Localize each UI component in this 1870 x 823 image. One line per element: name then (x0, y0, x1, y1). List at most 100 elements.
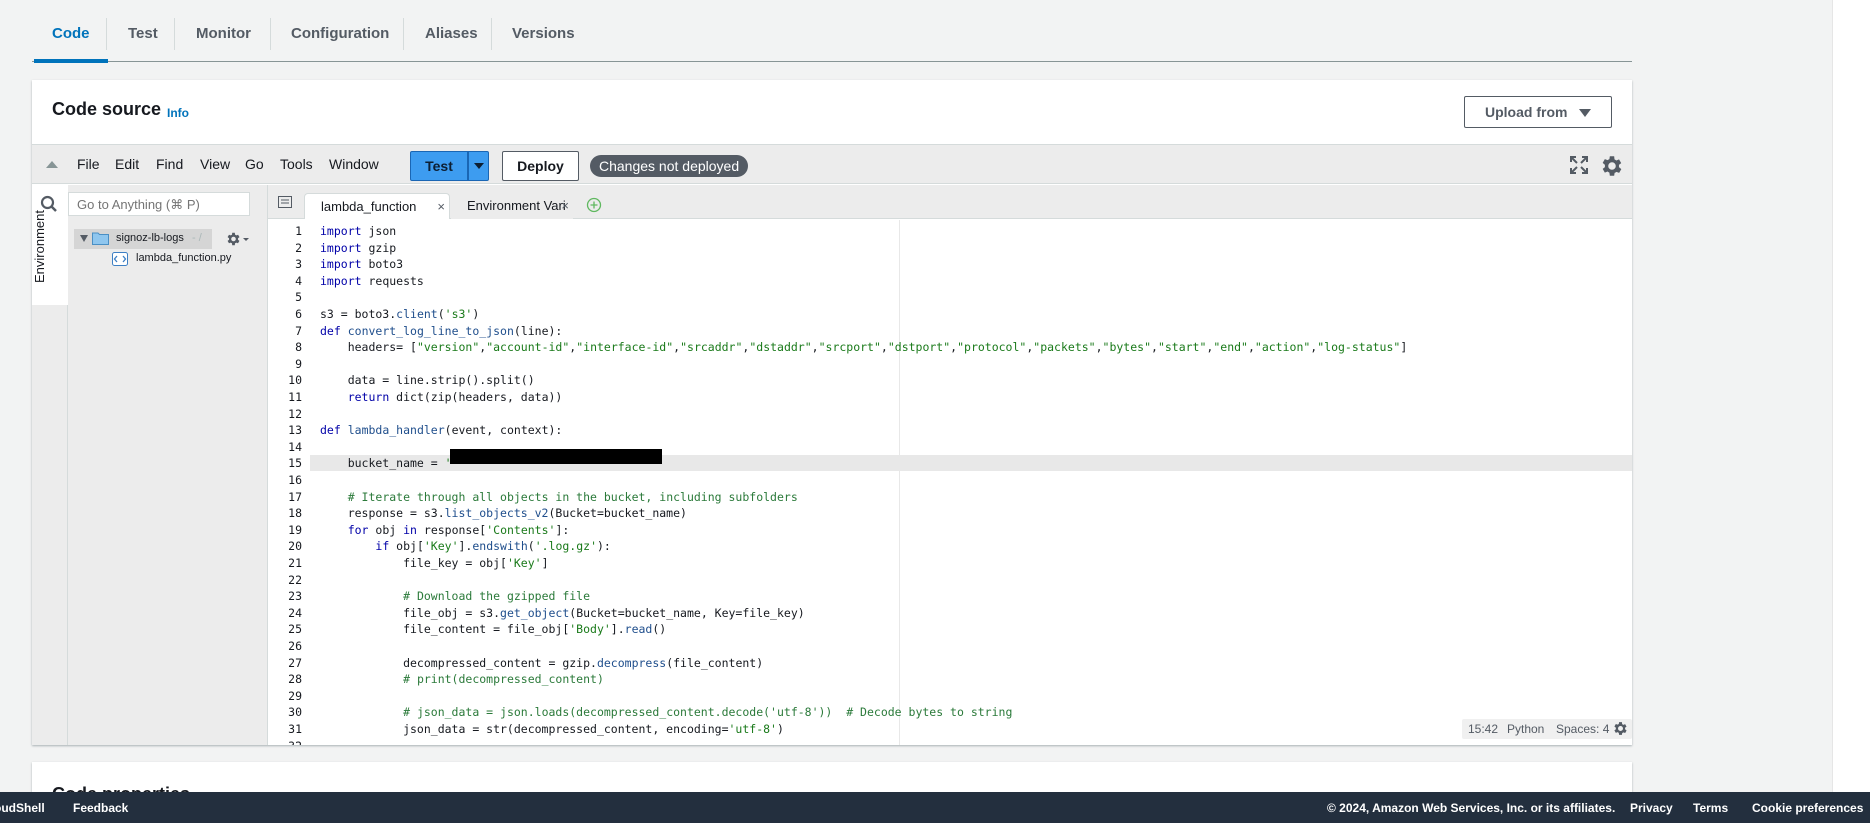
line-number: 26 (288, 639, 302, 653)
line-number: 27 (288, 655, 302, 670)
code-line[interactable]: file_content = file_obj['Body'].read() (320, 621, 666, 637)
code-line[interactable]: if obj['Key'].endswith('.log.gz'): (320, 538, 610, 554)
tab-divider (491, 18, 492, 50)
language-mode[interactable]: Python (1507, 722, 1544, 736)
tab-code[interactable]: Code (34, 0, 107, 63)
line-number: 24 (288, 605, 302, 620)
gear-icon[interactable] (1599, 153, 1625, 179)
upload-from-label: Upload from (1485, 104, 1568, 120)
code-line[interactable]: bucket_name = ' (320, 455, 452, 471)
code-line[interactable]: import gzip (320, 240, 396, 256)
line-number: 29 (288, 688, 302, 703)
upload-from-button[interactable]: Upload from (1464, 96, 1612, 128)
line-number: 25 (288, 622, 302, 637)
menu-window[interactable]: Window (329, 156, 379, 172)
menu-find[interactable]: Find (156, 156, 183, 172)
code-line[interactable]: import requests (320, 273, 424, 289)
line-number: 4 (295, 273, 302, 288)
menu-edit[interactable]: Edit (115, 156, 139, 172)
expand-arrow-icon[interactable] (80, 235, 88, 242)
code-line[interactable]: # json_data = json.loads(decompressed_co… (320, 704, 1012, 720)
tab-versions[interactable]: Versions (512, 0, 575, 62)
caret-down-icon (1579, 109, 1591, 117)
collapse-up-icon[interactable] (46, 161, 58, 168)
code-line[interactable]: response = s3.list_objects_v2(Bucket=buc… (320, 505, 687, 521)
environment-rail: Environment (32, 185, 68, 745)
code-line[interactable]: decompressed_content = gzip.decompress(f… (320, 655, 763, 671)
line-number: 31 (288, 722, 302, 736)
code-line[interactable]: def lambda_handler(event, context): (320, 422, 562, 438)
feedback-link[interactable]: Feedback (73, 801, 128, 815)
code-line[interactable]: headers= ["version","account-id","interf… (320, 339, 1408, 355)
terms-link[interactable]: Terms (1693, 801, 1728, 815)
tab-test[interactable]: Test (128, 0, 158, 62)
fullscreen-icon[interactable] (1569, 155, 1589, 175)
folder-path-suffix: - / (192, 232, 202, 244)
line-number: 23 (288, 589, 302, 604)
menu-go[interactable]: Go (245, 156, 264, 172)
line-number: 32 (268, 738, 310, 745)
code-line[interactable]: file_obj = s3.get_object(Bucket=bucket_n… (320, 605, 805, 621)
cursor-position[interactable]: 15:42 (1468, 722, 1498, 736)
close-icon[interactable]: × (437, 194, 445, 219)
code-line[interactable]: import json (320, 223, 396, 239)
code-line[interactable]: def convert_log_line_to_json(line): (320, 323, 562, 339)
line-number: 3 (295, 257, 302, 272)
code-line[interactable]: # Iterate through all objects in the buc… (320, 489, 798, 505)
ide-menubar: File Edit Find View Go Tools Window Test… (32, 144, 1632, 184)
right-side-strip (1832, 0, 1870, 823)
line-number-gutter: 1 2 3 4 5 6 7 8 9 10 11 12 13 14 15 16 17 18 19 20 21 22 23 24 2… (268, 220, 310, 745)
line-number: 1 (295, 224, 302, 238)
line-number: 9 (295, 356, 302, 371)
line-number: 20 (288, 539, 302, 554)
lambda-console-page: Code Test Monitor Configuration Aliases … (0, 0, 1832, 823)
tree-settings-gear-icon[interactable] (224, 230, 250, 248)
code-line[interactable]: file_key = obj['Key'] (320, 555, 548, 571)
line-number: 14 (288, 439, 302, 454)
menu-file[interactable]: File (77, 156, 100, 172)
test-button[interactable]: Test (410, 151, 468, 181)
code-line[interactable]: return dict(zip(headers, data)) (320, 389, 563, 405)
copyright-text: © 2024, Amazon Web Services, Inc. or its… (1327, 801, 1616, 815)
close-icon[interactable]: × (561, 193, 569, 219)
cloudshell-link[interactable]: CloudShell (0, 801, 45, 815)
tab-configuration[interactable]: Configuration (291, 0, 389, 62)
file-tree-panel: signoz-lb-logs - / lambda_function.py (40, 185, 268, 745)
code-line[interactable]: import boto3 (320, 256, 403, 272)
code-line[interactable]: s3 = boto3.client('s3') (320, 306, 479, 322)
go-to-anything-input[interactable] (68, 192, 250, 216)
cookie-preferences-link[interactable]: Cookie preferences (1752, 801, 1863, 815)
editor-tab-label: lambda_function (321, 199, 417, 214)
code-line[interactable]: json_data = str(decompressed_content, en… (320, 721, 784, 737)
tab-divider (106, 18, 107, 50)
code-line[interactable]: # print(decompressed_content) (320, 671, 604, 687)
test-dropdown-button[interactable] (468, 151, 489, 181)
editor-tab-lambda-function[interactable]: lambda_function × (304, 193, 450, 219)
editor-tab-label: Environment Vari (467, 198, 566, 213)
code-line[interactable]: # Download the gzipped file (320, 588, 590, 604)
line-number: 11 (288, 390, 302, 404)
tab-monitor[interactable]: Monitor (196, 0, 251, 62)
print-margin (899, 220, 900, 745)
line-number: 19 (288, 522, 302, 537)
indent-setting[interactable]: Spaces: 4 (1556, 722, 1609, 736)
editor-tab-environment-variables[interactable]: Environment Vari × (451, 193, 573, 219)
add-tab-icon[interactable] (586, 197, 602, 213)
privacy-link[interactable]: Privacy (1630, 801, 1673, 815)
line-number: 28 (288, 672, 302, 687)
console-footer: CloudShell Feedback © 2024, Amazon Web S… (0, 792, 1870, 823)
info-link[interactable]: Info (167, 106, 189, 120)
code-line[interactable]: data = line.strip().split() (320, 372, 535, 388)
deploy-button[interactable]: Deploy (502, 151, 579, 181)
line-number: 5 (295, 290, 302, 305)
code-line[interactable]: for obj in response['Contents']: (320, 522, 570, 538)
menu-view[interactable]: View (200, 156, 230, 172)
tree-folder-signoz-lb-logs[interactable]: signoz-lb-logs - / (74, 229, 212, 249)
editor-settings-gear-icon[interactable] (1612, 720, 1629, 737)
menu-tools[interactable]: Tools (280, 156, 313, 172)
tab-aliases[interactable]: Aliases (425, 0, 478, 62)
tab-divider (403, 18, 404, 50)
code-editor[interactable]: 1 2 3 4 5 6 7 8 9 10 11 12 13 14 15 16 17 18 19 20 21 22 23 24 2… (268, 220, 1632, 745)
line-number: 6 (295, 307, 302, 321)
tab-list-icon[interactable] (278, 196, 292, 208)
